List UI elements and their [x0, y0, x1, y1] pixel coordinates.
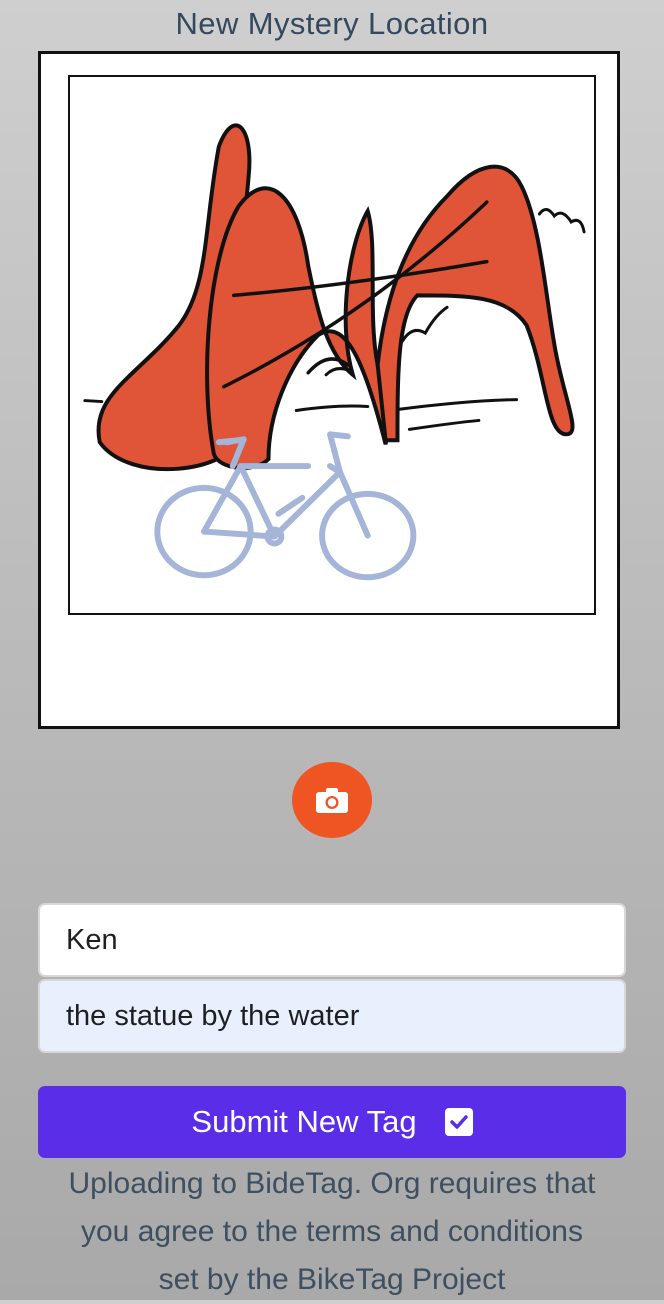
name-input[interactable]: Ken: [38, 903, 626, 977]
page-title: New Mystery Location: [175, 6, 489, 41]
agree-checkbox[interactable]: [444, 1108, 473, 1136]
bridge-middle-tower: [205, 186, 389, 471]
camera-button[interactable]: [292, 762, 372, 838]
submit-label: Submit New Tag: [191, 1104, 417, 1139]
terms-line-3: set by the BikeTag Project: [158, 1263, 506, 1296]
checkmark-icon: [449, 1115, 468, 1129]
terms-notice: Uploading to BideTag. Org requires that …: [30, 1160, 634, 1304]
submit-new-tag-button[interactable]: Submit New Tag: [38, 1086, 626, 1158]
bridge-bike-illustration: [83, 123, 586, 581]
mystery-photo: [68, 75, 596, 615]
terms-line-2: you agree to the terms and conditions: [81, 1215, 583, 1248]
camera-icon: [316, 788, 348, 813]
terms-line-1: Uploading to BideTag. Org requires that: [68, 1167, 596, 1200]
hint-input[interactable]: the statue by the water: [38, 979, 626, 1053]
bridge-right-arch: [375, 164, 575, 443]
mystery-photo-card: [38, 51, 620, 729]
